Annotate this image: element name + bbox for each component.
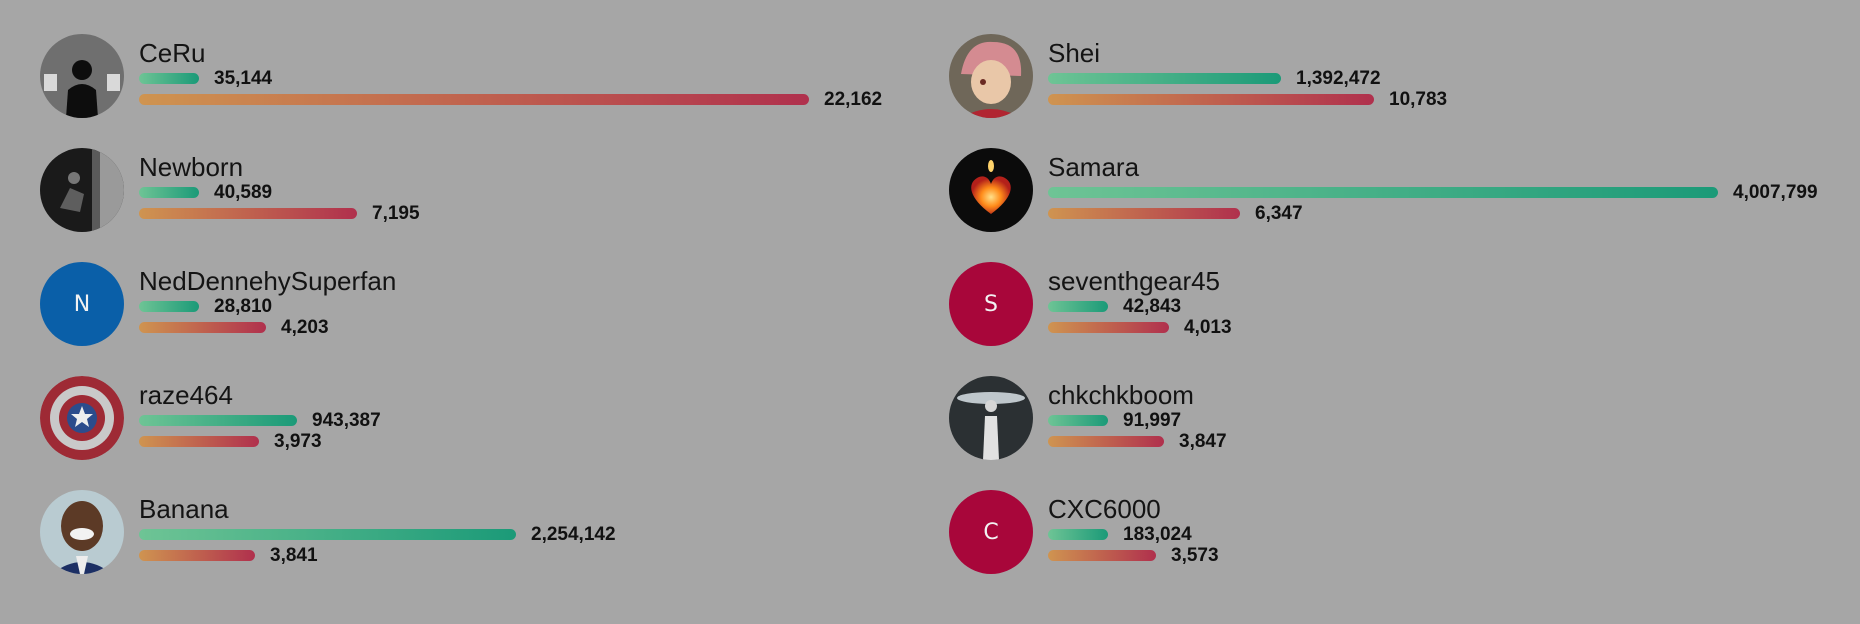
red-value-bar <box>1048 436 1164 447</box>
green-bar-row: 40,589 <box>139 182 420 203</box>
red-bar-row: 10,783 <box>1048 89 1447 110</box>
username[interactable]: CeRu <box>139 38 882 68</box>
avatar[interactable] <box>40 148 124 232</box>
red-bar-row: 3,573 <box>1048 545 1219 566</box>
entry-info: CXC6000 183,024 3,573 <box>1048 494 1219 566</box>
green-value-label: 42,843 <box>1123 295 1182 317</box>
avatar-letter: C <box>983 519 999 545</box>
red-bar-row: 3,841 <box>139 545 616 566</box>
red-value-label: 3,573 <box>1171 544 1219 566</box>
username[interactable]: Samara <box>1048 152 1818 182</box>
letter-avatar[interactable]: C <box>949 490 1033 574</box>
username[interactable]: chkchkboom <box>1048 380 1227 410</box>
red-value-bar <box>139 94 809 105</box>
entry-info: CeRu 35,144 22,162 <box>139 38 882 110</box>
green-value-label: 35,144 <box>214 67 273 89</box>
red-value-bar <box>1048 94 1374 105</box>
username[interactable]: Banana <box>139 494 616 524</box>
green-bar-row: 42,843 <box>1048 296 1232 317</box>
username[interactable]: Newborn <box>139 152 420 182</box>
entry-info: seventhgear45 42,843 4,013 <box>1048 266 1232 338</box>
red-value-bar <box>1048 550 1156 561</box>
entry-info: chkchkboom 91,997 3,847 <box>1048 380 1227 452</box>
green-bar-row: 35,144 <box>139 68 882 89</box>
green-value-bar <box>1048 529 1108 540</box>
red-value-label: 7,195 <box>372 202 420 224</box>
entry-info: Samara 4,007,799 6,347 <box>1048 152 1818 224</box>
green-value-bar <box>1048 73 1281 84</box>
letter-avatar[interactable]: S <box>949 262 1033 346</box>
avatar[interactable] <box>40 490 124 574</box>
green-value-bar <box>1048 415 1108 426</box>
green-value-bar <box>139 187 199 198</box>
red-bar-row: 3,973 <box>139 431 381 452</box>
username[interactable]: raze464 <box>139 380 381 410</box>
green-value-bar <box>1048 187 1718 198</box>
entry-info: Newborn 40,589 7,195 <box>139 152 420 224</box>
red-value-label: 4,013 <box>1184 316 1232 338</box>
red-value-bar <box>1048 322 1169 333</box>
red-bar-row: 4,013 <box>1048 317 1232 338</box>
red-value-label: 4,203 <box>281 316 329 338</box>
red-value-bar <box>139 436 259 447</box>
green-bar-row: 1,392,472 <box>1048 68 1447 89</box>
green-value-label: 40,589 <box>214 181 273 203</box>
green-bar-row: 4,007,799 <box>1048 182 1818 203</box>
avatar[interactable] <box>40 376 124 460</box>
green-bar-row: 183,024 <box>1048 524 1219 545</box>
red-value-bar <box>139 208 357 219</box>
red-value-bar <box>139 550 255 561</box>
avatar[interactable] <box>949 34 1033 118</box>
leaderboard: CeRu 35,144 22,162 Newborn 40,589 7,195 N NedDe… <box>0 0 1860 624</box>
green-value-bar <box>139 73 199 84</box>
red-value-label: 3,847 <box>1179 430 1227 452</box>
entry-info: raze464 943,387 3,973 <box>139 380 381 452</box>
red-bar-row: 22,162 <box>139 89 882 110</box>
red-value-label: 10,783 <box>1389 88 1448 110</box>
green-value-bar <box>139 415 297 426</box>
green-bar-row: 943,387 <box>139 410 381 431</box>
red-value-label: 3,841 <box>270 544 318 566</box>
avatar[interactable] <box>949 376 1033 460</box>
green-value-label: 943,387 <box>312 409 381 431</box>
green-bar-row: 91,997 <box>1048 410 1227 431</box>
entry-info: Shei 1,392,472 10,783 <box>1048 38 1447 110</box>
avatar[interactable] <box>40 34 124 118</box>
avatar[interactable] <box>949 148 1033 232</box>
green-value-label: 2,254,142 <box>531 523 616 545</box>
username[interactable]: CXC6000 <box>1048 494 1219 524</box>
green-value-bar <box>1048 301 1108 312</box>
avatar-letter: S <box>984 291 998 317</box>
red-bar-row: 3,847 <box>1048 431 1227 452</box>
green-value-label: 1,392,472 <box>1296 67 1381 89</box>
green-value-label: 4,007,799 <box>1733 181 1818 203</box>
red-value-label: 22,162 <box>824 88 883 110</box>
username[interactable]: Shei <box>1048 38 1447 68</box>
green-value-bar <box>139 529 516 540</box>
red-value-label: 6,347 <box>1255 202 1303 224</box>
green-bar-row: 28,810 <box>139 296 396 317</box>
green-value-label: 28,810 <box>214 295 273 317</box>
username[interactable]: NedDennehySuperfan <box>139 266 396 296</box>
red-value-label: 3,973 <box>274 430 322 452</box>
letter-avatar[interactable]: N <box>40 262 124 346</box>
entry-info: Banana 2,254,142 3,841 <box>139 494 616 566</box>
username[interactable]: seventhgear45 <box>1048 266 1232 296</box>
avatar-letter: N <box>73 291 91 317</box>
red-value-bar <box>1048 208 1240 219</box>
red-bar-row: 6,347 <box>1048 203 1818 224</box>
green-value-label: 91,997 <box>1123 409 1182 431</box>
green-bar-row: 2,254,142 <box>139 524 616 545</box>
red-bar-row: 7,195 <box>139 203 420 224</box>
green-value-label: 183,024 <box>1123 523 1192 545</box>
red-value-bar <box>139 322 266 333</box>
green-value-bar <box>139 301 199 312</box>
red-bar-row: 4,203 <box>139 317 396 338</box>
entry-info: NedDennehySuperfan 28,810 4,203 <box>139 266 396 338</box>
